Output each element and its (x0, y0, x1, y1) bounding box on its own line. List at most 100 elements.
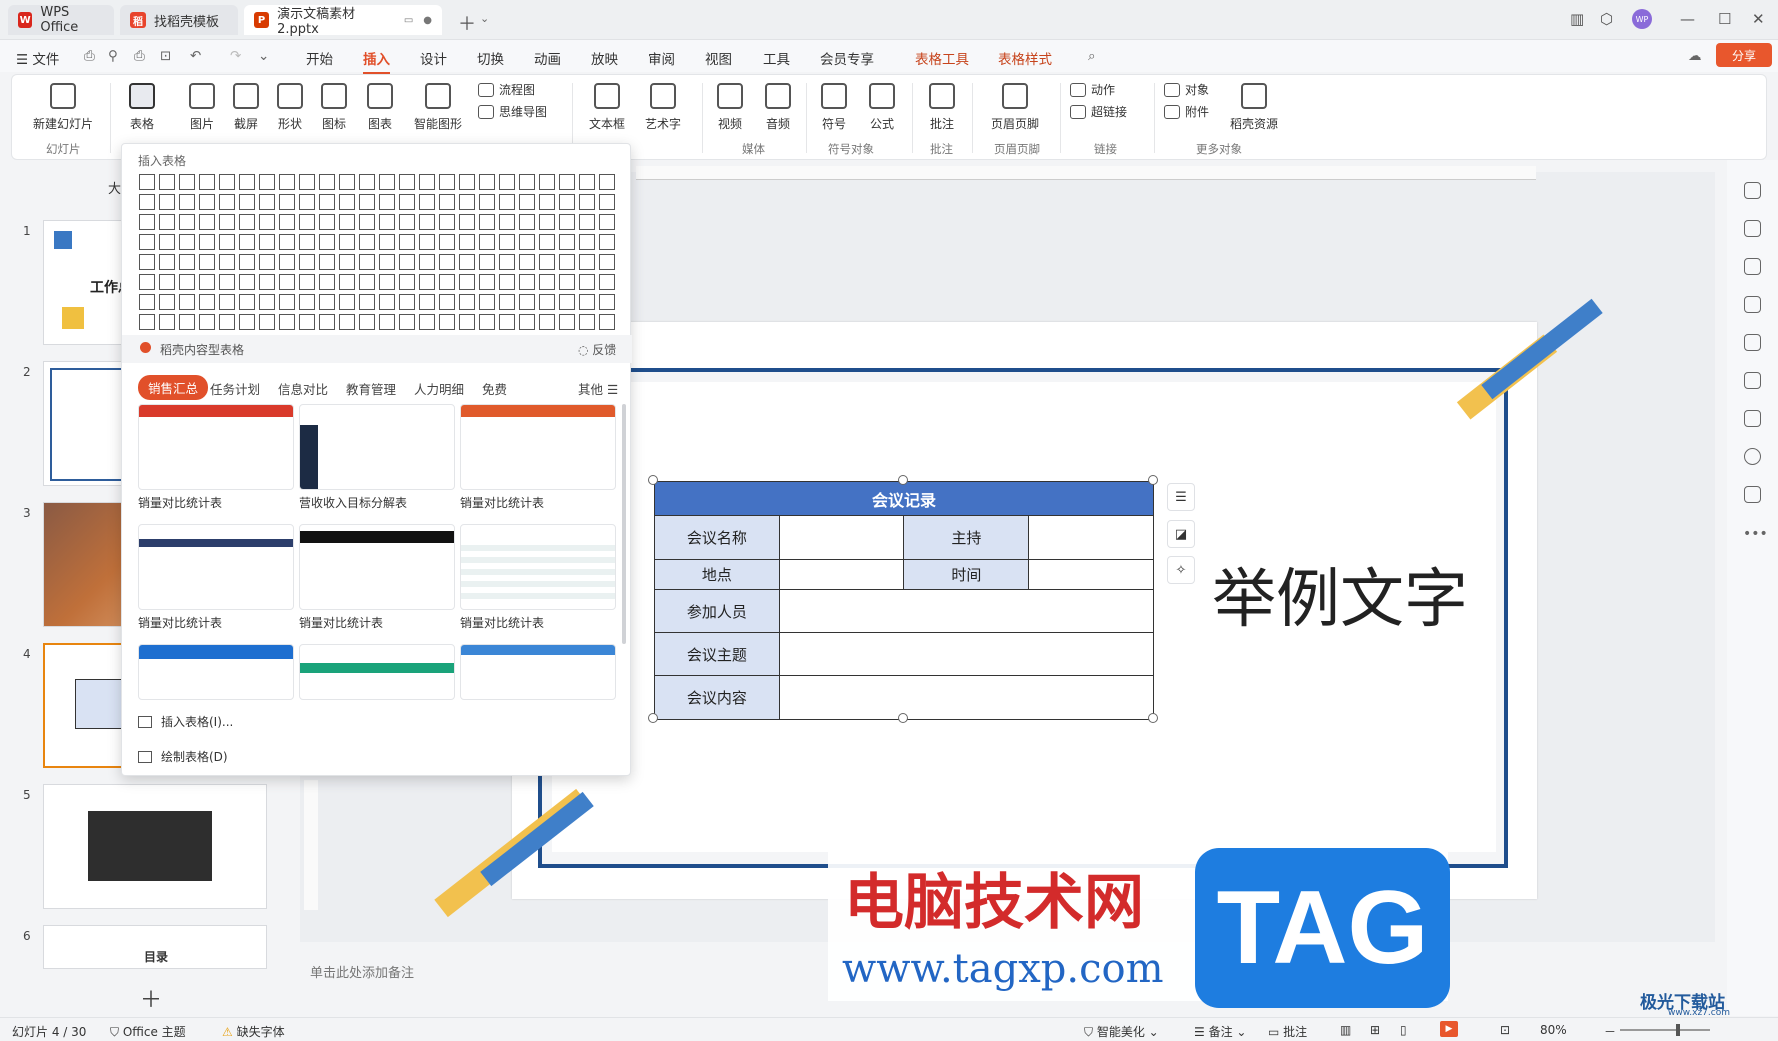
sample-text[interactable]: 举例文字 (1212, 548, 1468, 640)
table-grid-cell[interactable] (599, 174, 615, 190)
smart-beautify-button[interactable]: ⛉ 智能美化 ⌄ (1084, 1023, 1159, 1040)
table-grid-cell[interactable] (439, 254, 455, 270)
table-grid-cell[interactable] (439, 194, 455, 210)
table-grid-cell[interactable] (599, 234, 615, 250)
table-grid-cell[interactable] (339, 294, 355, 310)
table-grid-cell[interactable] (259, 194, 275, 210)
table-grid-cell[interactable] (559, 234, 575, 250)
template-thumb[interactable] (299, 644, 455, 700)
table-cell[interactable] (778, 632, 1155, 676)
template-thumb[interactable] (138, 524, 294, 610)
menu-insert[interactable]: 插入 (363, 48, 390, 74)
table-grid-cell[interactable] (239, 254, 255, 270)
table-grid-cell[interactable] (419, 194, 435, 210)
table-grid-cell[interactable] (179, 314, 195, 330)
hyperlink-button[interactable]: 超链接 (1070, 103, 1127, 120)
table-grid-cell[interactable] (239, 274, 255, 290)
table-grid-cell[interactable] (239, 214, 255, 230)
comment-status-button[interactable]: ▭ 批注 (1268, 1023, 1307, 1040)
table-grid-cell[interactable] (359, 254, 375, 270)
avatar[interactable]: WP (1632, 9, 1652, 29)
slide-thumb-5[interactable] (43, 784, 267, 909)
zoom-slider[interactable] (1620, 1029, 1710, 1031)
table-grid-cell[interactable] (339, 254, 355, 270)
theme-indicator[interactable]: ⛉ Office 主题 (110, 1023, 186, 1040)
table-grid-cell[interactable] (579, 294, 595, 310)
table-grid-cell[interactable] (179, 194, 195, 210)
table-grid-cell[interactable] (379, 294, 395, 310)
resize-handle[interactable] (1148, 713, 1158, 723)
table-grid-cell[interactable] (419, 294, 435, 310)
textbox-button[interactable]: 文本框 (582, 83, 632, 132)
table-cell[interactable] (778, 589, 1155, 633)
table-grid-cell[interactable] (539, 174, 555, 190)
object-button[interactable]: 对象 (1164, 81, 1209, 98)
table-grid-cell[interactable] (359, 214, 375, 230)
table-grid-cell[interactable] (539, 274, 555, 290)
table-grid-cell[interactable] (199, 274, 215, 290)
table-grid-cell[interactable] (379, 274, 395, 290)
close-icon[interactable]: ✕ (1752, 10, 1765, 28)
table-grid-cell[interactable] (179, 294, 195, 310)
table-grid-cell[interactable] (539, 294, 555, 310)
table-grid-cell[interactable] (199, 174, 215, 190)
formula-button[interactable]: 公式 (862, 83, 902, 132)
table-grid-cell[interactable] (159, 214, 175, 230)
screen-icon[interactable]: ▭ (404, 15, 413, 26)
file-menu[interactable]: ☰ 文件 (16, 48, 59, 68)
table-grid-cell[interactable] (459, 234, 475, 250)
menu-table-tools[interactable]: 表格工具 (915, 48, 969, 68)
table-grid-cell[interactable] (139, 254, 155, 270)
template-thumb[interactable] (460, 644, 616, 700)
table-grid-cell[interactable] (139, 174, 155, 190)
table-grid-cell[interactable] (459, 254, 475, 270)
table-button[interactable]: 表格 (124, 83, 160, 132)
table-grid-cell[interactable] (279, 174, 295, 190)
draw-table-link[interactable]: 绘制表格(D) (138, 748, 228, 765)
table-grid-cell[interactable] (219, 194, 235, 210)
table-grid-cell[interactable] (219, 174, 235, 190)
picture-button[interactable]: 图片 (184, 83, 220, 132)
table-grid-cell[interactable] (479, 314, 495, 330)
table-grid-cell[interactable] (159, 254, 175, 270)
resize-handle[interactable] (1148, 475, 1158, 485)
menu-tools[interactable]: 工具 (763, 48, 790, 68)
table-grid-cell[interactable] (439, 234, 455, 250)
preview-icon[interactable]: ⊡ (160, 48, 171, 64)
table-grid-cell[interactable] (579, 194, 595, 210)
chart-button[interactable]: 图表 (362, 83, 398, 132)
table-cell-label[interactable]: 会议名称 (654, 515, 780, 560)
table-grid-cell[interactable] (479, 194, 495, 210)
table-grid-cell[interactable] (299, 254, 315, 270)
table-grid-cell[interactable] (519, 274, 535, 290)
table-grid-cell[interactable] (439, 174, 455, 190)
table-grid-cell[interactable] (219, 294, 235, 310)
table-grid-cell[interactable] (159, 194, 175, 210)
table-grid-cell[interactable] (559, 254, 575, 270)
animation-icon[interactable] (1744, 334, 1761, 351)
table-grid-cell[interactable] (439, 314, 455, 330)
screenshot-button[interactable]: 截屏 (228, 83, 264, 132)
meeting-record-table[interactable]: 会议记录 会议名称 主持 地点 时间 参加人员 会议主题 会议内容 (654, 481, 1155, 720)
resize-handle[interactable] (648, 475, 658, 485)
table-grid-cell[interactable] (379, 314, 395, 330)
table-grid-cell[interactable] (299, 174, 315, 190)
table-grid-cell[interactable] (419, 314, 435, 330)
fill-icon[interactable]: ◪ (1167, 520, 1195, 548)
table-grid-cell[interactable] (259, 234, 275, 250)
comment-button[interactable]: 批注 (922, 83, 962, 132)
table-grid-cell[interactable] (299, 294, 315, 310)
zoom-out-icon[interactable]: － (1604, 1023, 1616, 1040)
minimize-icon[interactable]: — (1680, 10, 1695, 28)
table-grid-cell[interactable] (159, 234, 175, 250)
table-grid-cell[interactable] (479, 214, 495, 230)
table-grid-cell[interactable] (459, 174, 475, 190)
action-button[interactable]: 动作 (1070, 81, 1115, 98)
table-grid-cell[interactable] (459, 294, 475, 310)
layout-icon[interactable]: ▥ (1570, 10, 1584, 28)
magic-tools-icon[interactable]: ✧ (1167, 556, 1195, 584)
menu-transition[interactable]: 切换 (477, 48, 504, 68)
table-grid-cell[interactable] (599, 274, 615, 290)
shape-button[interactable]: 形状 (272, 83, 308, 132)
new-slide-button[interactable]: 新建幻灯片 (26, 83, 100, 132)
